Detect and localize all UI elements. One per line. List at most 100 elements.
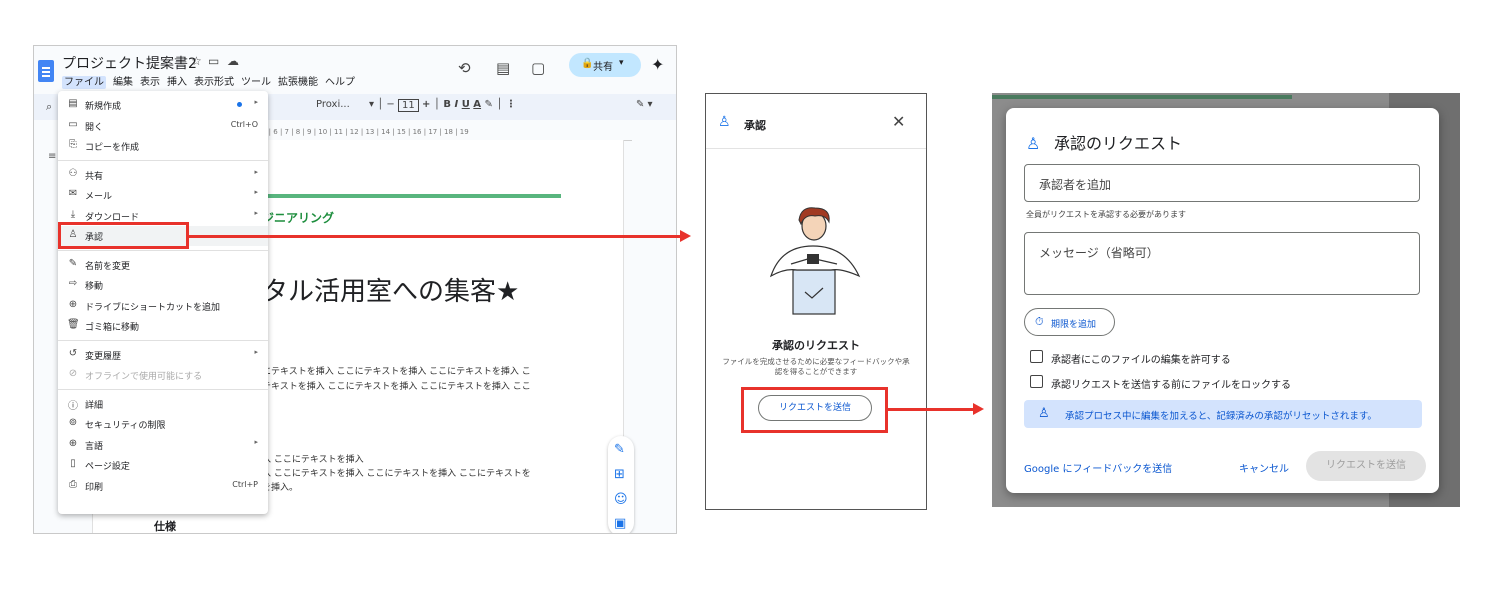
dimmed-green-rule <box>992 95 1292 99</box>
menu-item-icon: ▭ <box>68 118 78 130</box>
file-menu-item[interactable]: ▭ 開く Ctrl+O <box>58 116 268 136</box>
font-selector[interactable]: Proxi... <box>316 99 350 110</box>
document-title[interactable]: プロジェクト提案書2 <box>62 53 197 73</box>
file-menu-item[interactable]: ⎙ 印刷 Ctrl+P <box>58 476 268 496</box>
approval-side-panel: ♙ 承認 ✕ 承認のリクエスト ファイルを完成させるために必要なフィードバックや… <box>705 93 927 510</box>
allow-edit-checkbox[interactable] <box>1030 350 1043 363</box>
move-folder-icon[interactable]: ▭ <box>208 54 219 68</box>
timer-icon: ⏱ <box>1035 315 1044 328</box>
menu-view[interactable]: 表示 <box>140 77 160 88</box>
search-icon[interactable]: ⌕ <box>46 100 52 114</box>
outline-icon[interactable]: ≡ <box>48 151 56 162</box>
menu-tools[interactable]: ツール <box>241 77 271 88</box>
lock-icon: 🔒 <box>581 58 594 69</box>
approval-dialog: ♙ 承認のリクエスト 承認者を追加 全員がリクエストを承認する必要があります メ… <box>1006 108 1439 493</box>
lock-file-checkbox[interactable] <box>1030 375 1043 388</box>
emoji-icon[interactable]: ☺ <box>614 492 628 507</box>
star-icon[interactable]: ☆ <box>191 54 202 68</box>
menu-item-icon: ⚇ <box>68 167 78 179</box>
approval-icon: ♙ <box>718 114 731 130</box>
docs-logo-icon[interactable] <box>38 60 54 82</box>
menu-item-label: ゴミ箱に移動 <box>85 323 140 333</box>
chevron-down-icon[interactable]: ▾ <box>619 58 624 68</box>
menu-item-icon: ✉ <box>68 188 78 199</box>
close-icon[interactable]: ✕ <box>892 112 905 131</box>
file-menu-item[interactable]: ⇨ 移動 <box>58 275 268 295</box>
menu-item-label: ダウンロード <box>85 212 140 223</box>
file-menu: ▤ 新規作成 ▸ ▭ 開く Ctrl+O ⎘ コピーを作成 ⚇ 共有 ▸ ✉ メール ▸ ⤓ ダウンロード ▸ ♙… <box>58 91 268 514</box>
menu-item-label: 開く <box>85 122 104 133</box>
body-text: テキストを挿入 ここにテキストを挿入 ここにテキストを挿入 ここ <box>262 382 531 392</box>
format-buttons[interactable]: + │ B I U A ✎ │ ⋮ <box>422 99 516 110</box>
dialog-title: 承認のリクエスト <box>1054 134 1183 153</box>
file-menu-item[interactable]: ▯ ページ設定 <box>58 455 268 475</box>
file-menu-item[interactable]: ▤ 新規作成 ▸ <box>58 95 268 115</box>
menu-format[interactable]: 表示形式 <box>194 77 234 88</box>
body-text: 入 ここにテキストを挿入 ここにテキストを挿入 ここにテキストを <box>262 469 531 479</box>
menu-item-icon: ⤓ <box>70 208 76 220</box>
arrow-head <box>973 403 984 415</box>
menu-help[interactable]: ヘルプ <box>325 77 355 88</box>
file-menu-item[interactable]: ⊕ ドライブにショートカットを追加 <box>58 296 268 316</box>
menu-item-icon: ⓘ <box>68 400 78 412</box>
menu-item-icon: ⊚ <box>68 417 78 428</box>
menu-item-label: 変更履歴 <box>85 351 122 362</box>
editing-mode-icon[interactable]: ✎ ▾ <box>636 99 653 110</box>
file-menu-item[interactable]: 🗑 ゴミ箱に移動 <box>58 316 268 336</box>
add-deadline-button[interactable]: ⏱ 期限を追加 <box>1024 308 1115 336</box>
menu-item-icon: ↺ <box>68 347 78 359</box>
submenu-arrow-icon: ▸ <box>254 167 258 176</box>
share-button[interactable]: 🔒 共有 ▾ <box>569 53 641 77</box>
menu-item-icon: ⊕ <box>68 437 78 449</box>
send-request-button[interactable]: リクエストを送信 <box>1306 451 1426 481</box>
menu-item-label: コピーを作成 <box>85 143 140 153</box>
file-menu-item[interactable]: ⚇ 共有 ▸ <box>58 165 268 185</box>
menu-item-label: 詳細 <box>85 400 104 411</box>
menu-item-icon: ⇨ <box>68 278 78 289</box>
cloud-status-icon[interactable]: ☁ <box>227 54 239 68</box>
magic-edit-icon[interactable]: ✎ <box>614 442 625 457</box>
font-size-input[interactable]: 11 <box>398 99 419 112</box>
file-menu-item[interactable]: ✎ 名前を変更 <box>58 255 268 275</box>
menu-separator <box>58 388 268 390</box>
gemini-icon[interactable]: ✦ <box>651 55 664 74</box>
file-menu-item[interactable]: ⓘ 詳細 <box>58 394 268 414</box>
suggest-icon[interactable]: ▣ <box>614 516 626 531</box>
approver-placeholder: 承認者を追加 <box>1039 178 1112 192</box>
menu-item-label: ドライブにショートカットを追加 <box>85 302 221 313</box>
menu-item-label: セキュリティの制限 <box>85 421 166 431</box>
file-menu-item[interactable]: ⊚ セキュリティの制限 <box>58 414 268 434</box>
menu-insert[interactable]: 挿入 <box>167 77 187 88</box>
new-badge-dot <box>237 102 242 107</box>
file-menu-item[interactable]: ⊕ 言語 ▸ <box>58 435 268 455</box>
info-text: 承認プロセス中に編集を加えると、記録済みの承認がリセットされます。 <box>1065 411 1377 422</box>
feedback-link[interactable]: Google にフィードバックを送信 <box>1024 460 1172 475</box>
menu-file[interactable]: ファイル <box>62 76 106 89</box>
menu-item-shortcut: Ctrl+O <box>230 119 258 129</box>
comments-icon[interactable]: ▤ <box>496 59 510 77</box>
file-menu-item[interactable]: ✉ メール ▸ <box>58 185 268 205</box>
font-size-decrease[interactable]: ▾ │ − <box>369 99 395 110</box>
file-menu-item[interactable]: ↺ 変更履歴 ▸ <box>58 345 268 365</box>
menu-separator <box>58 339 268 341</box>
message-input[interactable]: メッセージ（省略可） <box>1024 232 1420 295</box>
lock-file-label: 承認リクエストを送信する前にファイルをロックする <box>1051 380 1291 391</box>
meet-icon[interactable]: ▢ <box>531 59 545 77</box>
menu-extensions[interactable]: 拡張機能 <box>278 77 318 88</box>
file-menu-item: ⊘ オフラインで使用可能にする <box>58 365 268 385</box>
menu-edit[interactable]: 編集 <box>113 77 133 88</box>
menu-item-icon: ⎙ <box>69 478 77 490</box>
menu-bar: ファイル 編集 表示 挿入 表示形式 ツール 拡張機能 ヘルプ <box>62 73 362 89</box>
body-text: 入 ここにテキストを挿入 <box>262 455 364 465</box>
submenu-arrow-icon: ▸ <box>254 208 258 217</box>
docs-window: プロジェクト提案書2 ☆ ▭ ☁ ファイル 編集 表示 挿入 表示形式 ツール 拡張機能 ヘル… <box>33 45 677 534</box>
approver-input[interactable]: 承認者を追加 <box>1024 164 1420 202</box>
add-comment-icon[interactable]: ⊞ <box>614 467 625 482</box>
floating-toolbar: ✎ ⊞ ☺ ▣ <box>608 436 634 533</box>
submenu-arrow-icon: ▸ <box>254 347 258 356</box>
history-icon[interactable]: ⟲ <box>458 59 471 77</box>
menu-item-label: 言語 <box>85 441 104 452</box>
file-menu-item[interactable]: ⎘ コピーを作成 <box>58 136 268 156</box>
cancel-button[interactable]: キャンセル <box>1239 460 1289 475</box>
green-rule <box>266 194 561 198</box>
